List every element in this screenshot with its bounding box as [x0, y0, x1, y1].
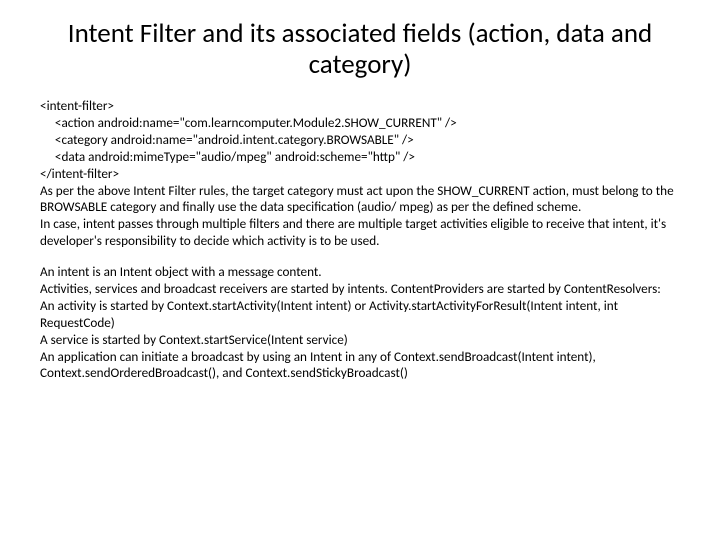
code-line-2: <action android:name="com.learncomputer.…	[40, 115, 680, 132]
paragraph-7: An application can initiate a broadcast …	[40, 349, 680, 383]
paragraph-3: An intent is an Intent object with a mes…	[40, 264, 680, 281]
slide-body: <intent-filter> <action android:name="co…	[40, 98, 680, 382]
spacer	[40, 250, 680, 264]
slide: Intent Filter and its associated fields …	[0, 0, 720, 540]
paragraph-5: An activity is started by Context.startA…	[40, 298, 680, 332]
code-line-1: <intent-filter>	[40, 98, 680, 115]
code-line-4: <data android:mimeType="audio/mpeg" andr…	[40, 149, 680, 166]
paragraph-4: Activities, services and broadcast recei…	[40, 281, 680, 298]
paragraph-1: As per the above Intent Filter rules, th…	[40, 183, 680, 217]
slide-title: Intent Filter and its associated fields …	[40, 18, 680, 80]
code-line-3: <category android:name="android.intent.c…	[40, 132, 680, 149]
paragraph-6: A service is started by Context.startSer…	[40, 332, 680, 349]
code-line-5: </intent-filter>	[40, 166, 680, 183]
paragraph-2: In case, intent passes through multiple …	[40, 216, 680, 250]
